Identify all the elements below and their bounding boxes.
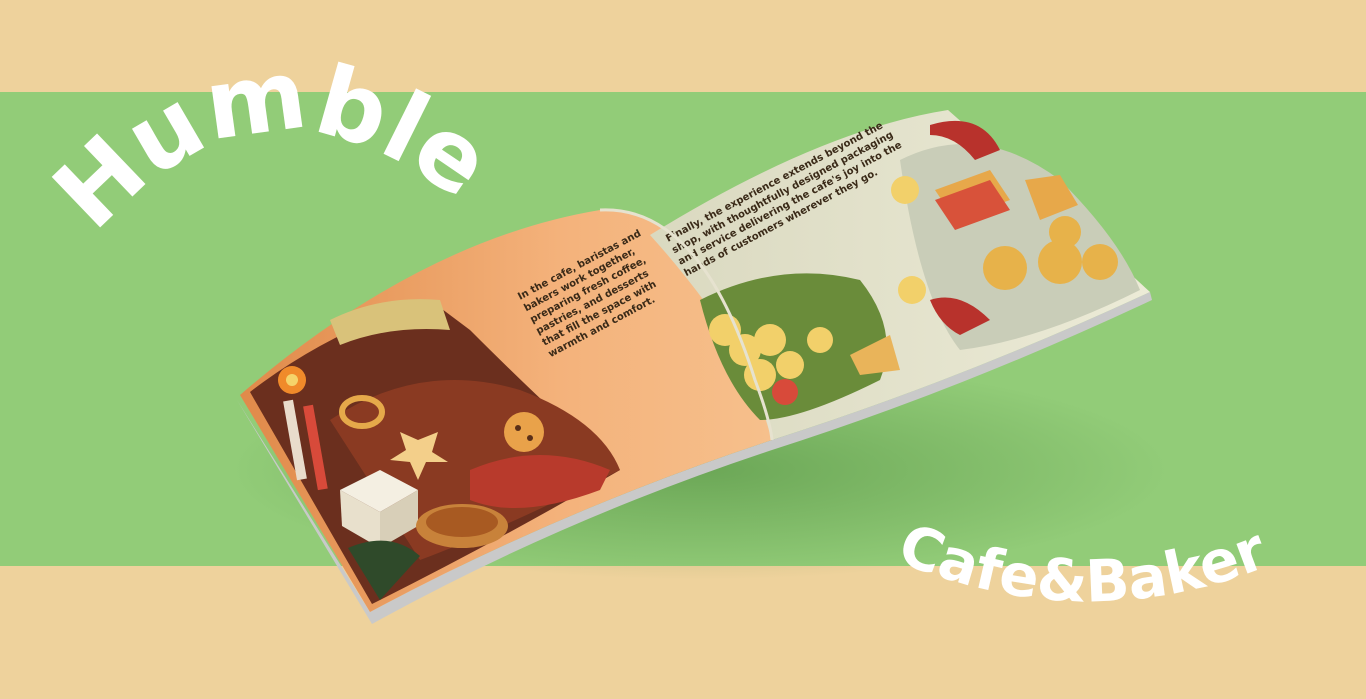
brand-title-path: Humble (32, 38, 510, 251)
book-mockup-scene: In the cafe, baristas and bakers work to… (0, 0, 1275, 624)
brand-title: Humble (32, 38, 510, 251)
